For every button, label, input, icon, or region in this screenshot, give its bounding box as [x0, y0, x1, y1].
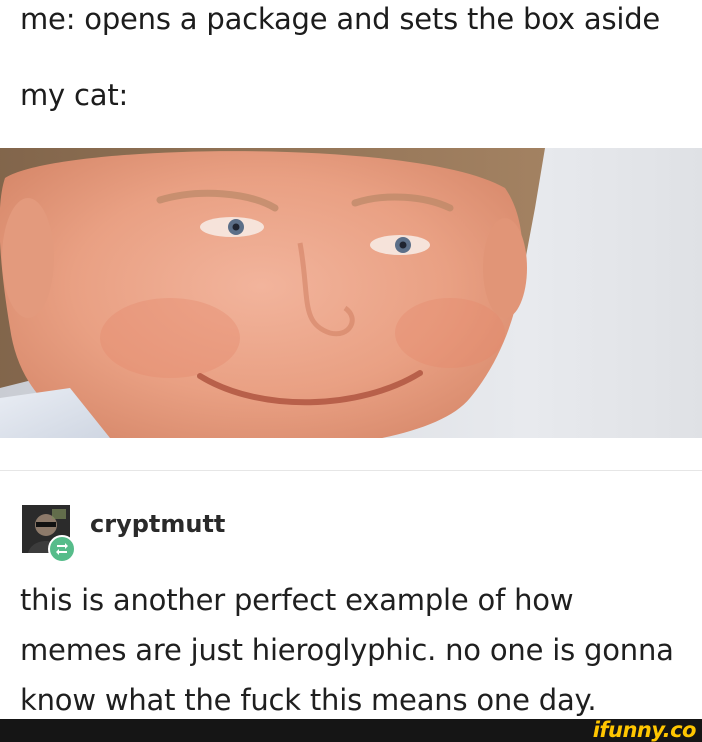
smiling-man-illustration	[0, 148, 545, 438]
meme-photo	[0, 148, 702, 438]
post-text-line-3: know what the fuck this means one day.	[20, 683, 597, 717]
post-divider	[0, 470, 702, 471]
watermark-logo: ifunny.co	[592, 718, 697, 742]
meme-caption-line-2: my cat:	[20, 78, 129, 112]
reblog-icon	[48, 535, 76, 563]
post-text-line-1: this is another perfect example of how	[20, 583, 574, 617]
post-username[interactable]: cryptmutt	[90, 510, 225, 538]
meme-caption-line-1: me: opens a package and sets the box asi…	[20, 2, 661, 36]
post-text-line-2: memes are just hieroglyphic. no one is g…	[20, 633, 674, 667]
